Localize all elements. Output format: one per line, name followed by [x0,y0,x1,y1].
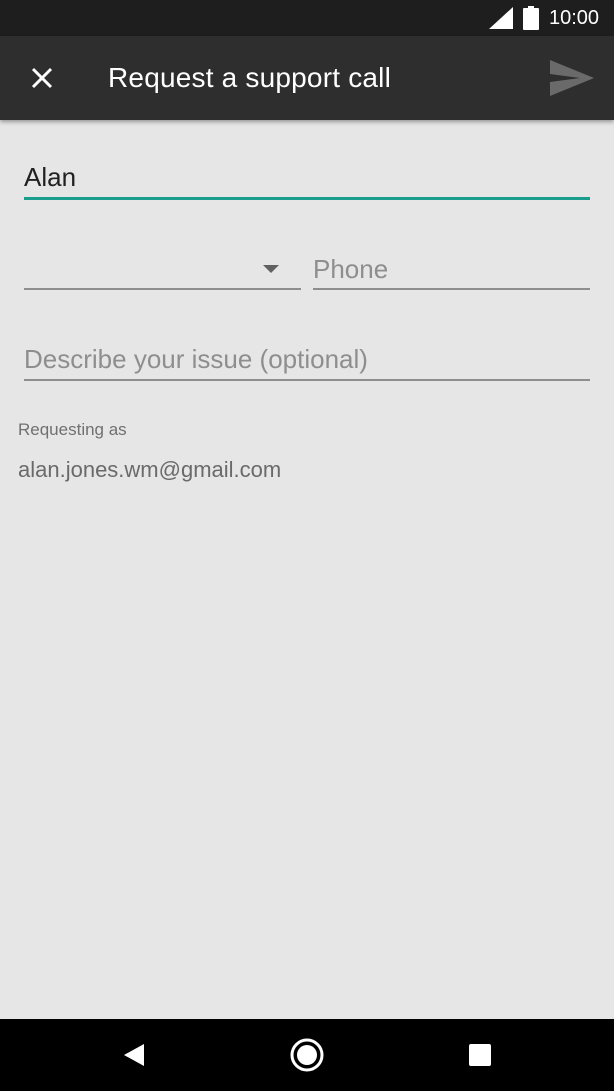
status-time: 10:00 [549,7,600,29]
send-button[interactable] [546,56,598,100]
back-button[interactable] [114,1035,154,1075]
dropdown-arrow-icon [263,265,279,273]
recents-icon [469,1044,491,1066]
app-bar: Request a support call [0,36,614,120]
name-field-underline [24,197,590,200]
name-field-container [24,158,590,200]
close-icon [31,67,53,89]
status-bar: 10:00 [0,0,614,36]
requesting-as-label: Requesting as [18,420,127,439]
support-call-screen: 10:00 Request a support call Alan Phone … [0,0,614,1091]
battery-icon [523,6,539,30]
home-icon [290,1038,324,1072]
country-code-dropdown[interactable] [24,250,301,290]
send-icon [550,60,594,96]
issue-field-underline [24,379,590,381]
signal-icon [489,7,513,29]
back-icon [124,1044,144,1066]
country-code-underline [24,288,301,290]
phone-field-underline [313,288,590,290]
name-field[interactable] [24,158,590,196]
navigation-bar [0,1019,614,1091]
phone-field-container [313,250,590,290]
recents-button[interactable] [460,1035,500,1075]
requesting-as-email: alan.jones.wm@gmail.com [18,457,282,482]
phone-field[interactable] [313,250,590,288]
issue-field-container [24,340,590,381]
close-button[interactable] [22,58,62,98]
issue-description-field[interactable] [24,340,590,379]
page-title: Request a support call [108,62,392,93]
home-button[interactable] [287,1035,327,1075]
